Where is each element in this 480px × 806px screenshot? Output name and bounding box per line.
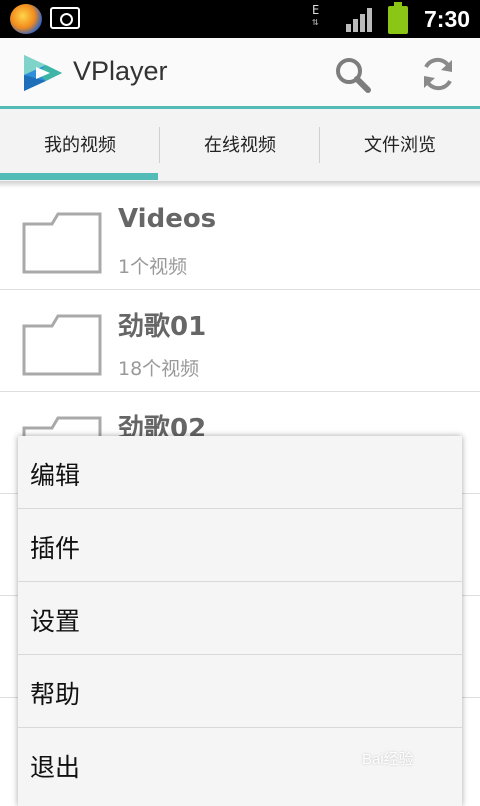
folder-name: 劲歌01 <box>118 312 207 342</box>
camera-icon <box>50 7 80 29</box>
tab-selected-indicator <box>0 173 158 180</box>
list-item[interactable]: 劲歌01 18个视频 <box>0 290 480 392</box>
menu-item-help[interactable]: 帮助 <box>18 655 462 728</box>
battery-icon <box>388 2 408 34</box>
list-item[interactable]: Videos 1个视频 <box>0 188 480 290</box>
folder-icon <box>22 314 102 376</box>
menu-item-plugins[interactable]: 插件 <box>18 509 462 582</box>
signal-icon <box>346 8 374 32</box>
folder-video-count: 1个视频 <box>118 256 188 278</box>
status-bar: E ⇅ 7:30 <box>0 0 480 38</box>
search-icon[interactable] <box>330 52 374 96</box>
menu-item-label: 帮助 <box>30 680 81 709</box>
menu-item-edit[interactable]: 编辑 <box>18 436 462 509</box>
menu-item-label: 设置 <box>30 607 81 636</box>
folder-icon <box>22 212 102 274</box>
folder-video-count: 18个视频 <box>118 358 200 380</box>
tab-file-browser[interactable]: 文件浏览 <box>320 109 480 181</box>
tab-online-videos[interactable]: 在线视频 <box>160 109 320 181</box>
menu-item-label: 退出 <box>30 753 81 782</box>
app-title: VPlayer <box>73 56 168 86</box>
tab-my-videos[interactable]: 我的视频 <box>0 109 160 181</box>
menu-item-label: 编辑 <box>30 461 81 490</box>
refresh-icon[interactable] <box>416 52 460 96</box>
menu-item-settings[interactable]: 设置 <box>18 582 462 655</box>
vplayer-logo-icon <box>24 55 62 91</box>
folder-name: Videos <box>118 204 217 234</box>
menu-item-label: 插件 <box>30 534 81 563</box>
status-time: 7:30 <box>424 6 471 32</box>
app-notification-icon <box>10 4 42 34</box>
data-transfer-icon: E ⇅ <box>312 3 320 28</box>
action-bar: VPlayer <box>0 38 480 106</box>
watermark: Bai经验 <box>362 751 414 768</box>
tab-bar: 我的视频 在线视频 文件浏览 <box>0 109 480 182</box>
